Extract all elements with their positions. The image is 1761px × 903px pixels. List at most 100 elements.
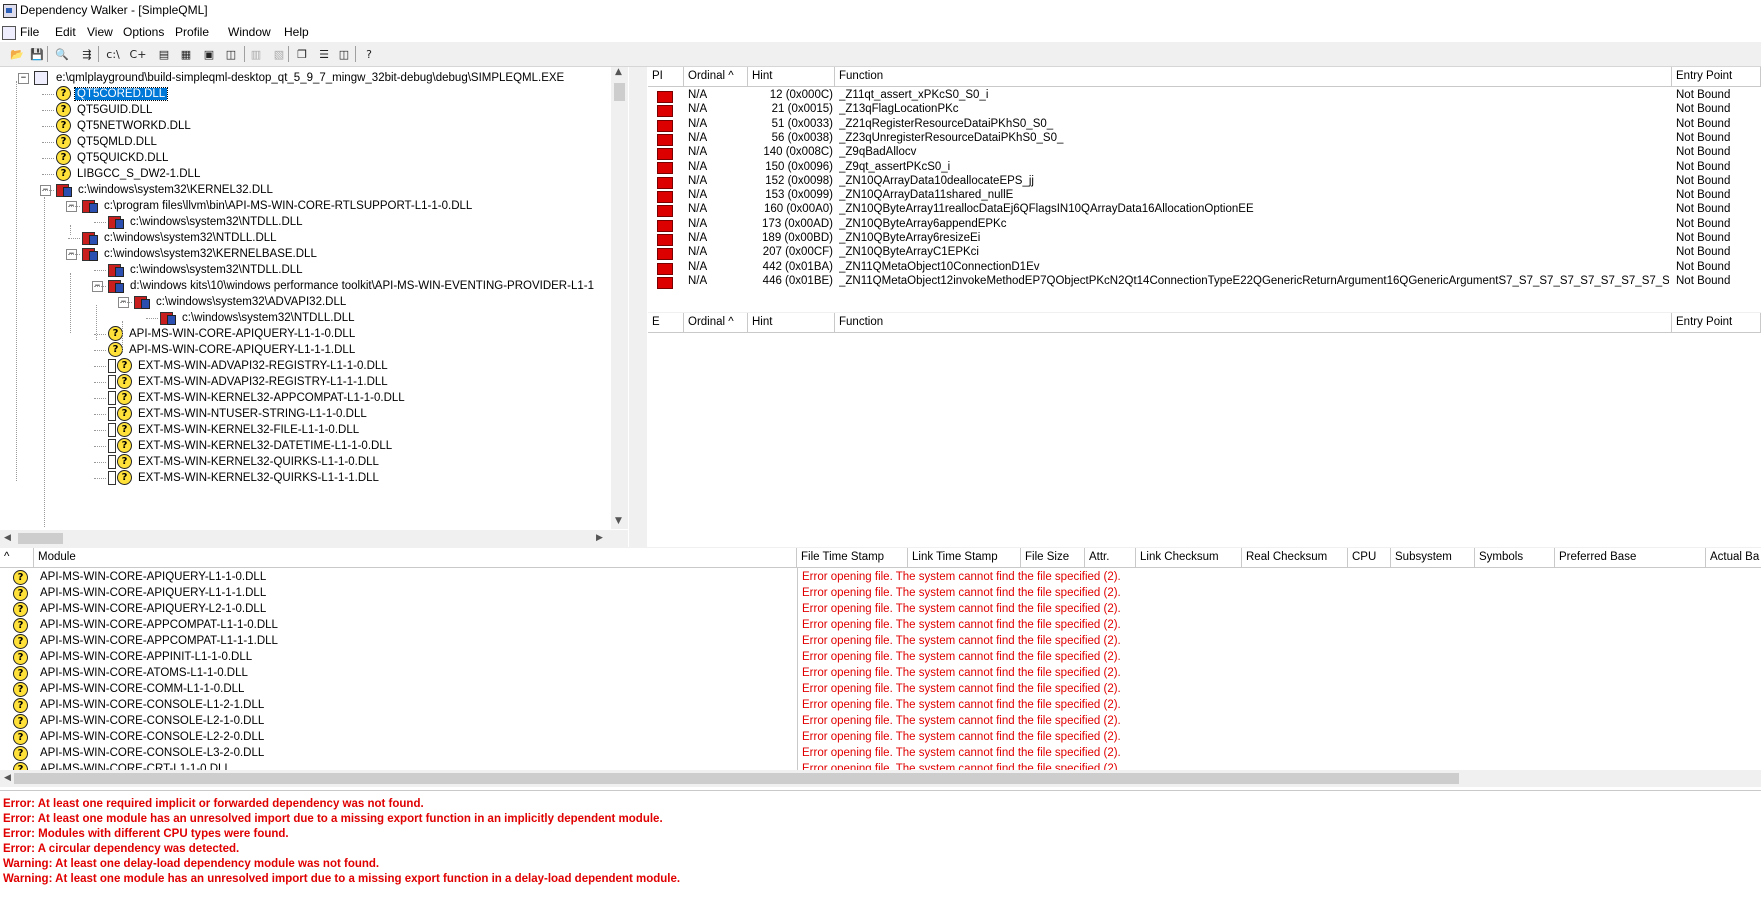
col-function[interactable]: Function xyxy=(835,313,1672,332)
col-hint[interactable]: Hint xyxy=(748,67,835,86)
import-row[interactable]: N/A 442 (0x01BA) _ZN11QMetaObject10Connect… xyxy=(648,260,1761,275)
module-row[interactable]: ? API-MS-WIN-CORE-APPCOMPAT-L1-1-1.DLL Err… xyxy=(0,634,1761,649)
menu-profile[interactable]: Profile xyxy=(175,25,209,39)
log-pane[interactable]: Error: At least one required implicit or… xyxy=(0,790,1761,903)
modules-hscroll-thumb[interactable] xyxy=(14,773,1459,784)
module-row[interactable]: ? API-MS-WIN-CORE-APIQUERY-L2-1-0.DLL Erro… xyxy=(0,602,1761,617)
module-list[interactable]: ^ Module File Time Stamp Link Time Stamp… xyxy=(0,548,1761,788)
tree-connector xyxy=(42,126,54,127)
module-row[interactable]: ? API-MS-WIN-CORE-CONSOLE-L3-2-0.DLL Error… xyxy=(0,746,1761,761)
col-ordinal[interactable]: Ordinal ^ xyxy=(684,67,748,86)
tree-vscroll-thumb[interactable] xyxy=(614,83,625,101)
col-module[interactable]: Module xyxy=(34,548,797,567)
context-help-icon[interactable]: ? xyxy=(360,45,378,63)
tree-item-label: EXT-MS-WIN-NTUSER-STRING-L1-1-0.DLL xyxy=(138,408,367,420)
exports-list[interactable]: E Ordinal ^ Hint Function Entry Point xyxy=(648,313,1761,547)
menu-file[interactable]: File xyxy=(20,25,39,39)
collapse-toggle-icon[interactable]: − xyxy=(18,73,29,84)
col-sort[interactable]: ^ xyxy=(0,548,34,567)
col-subsystem[interactable]: Subsystem xyxy=(1391,548,1475,567)
col-actual-base[interactable]: Actual Ba xyxy=(1706,548,1761,567)
scroll-up-arrow-icon[interactable]: ▲ xyxy=(615,67,622,77)
parent-imports-list[interactable]: PI Ordinal ^ Hint Function Entry Point N… xyxy=(648,67,1761,312)
highlight-import-icon[interactable]: ▥ xyxy=(247,45,265,63)
module-row[interactable]: ? API-MS-WIN-CORE-APPINIT-L1-1-0.DLL Error… xyxy=(0,650,1761,665)
menu-options[interactable]: Options xyxy=(123,25,164,39)
scroll-down-arrow-icon[interactable]: ▼ xyxy=(615,516,622,526)
import-row[interactable]: N/A 51 (0x0033) _Z21qRegisterResourceDatai… xyxy=(648,117,1761,132)
col-real-checksum[interactable]: Real Checksum xyxy=(1242,548,1348,567)
entry-point-cell: Not Bound xyxy=(1676,217,1731,230)
col-link-time-stamp[interactable]: Link Time Stamp xyxy=(908,548,1021,567)
properties-icon[interactable]: ▦ xyxy=(177,45,195,63)
function-cell: _ZN10QArrayData11shared_nullE xyxy=(839,189,1014,202)
module-row[interactable]: ? API-MS-WIN-CORE-APPCOMPAT-L1-1-0.DLL Err… xyxy=(0,618,1761,633)
import-row[interactable]: N/A 140 (0x008C) _Z9qBadAllocv Not Bound xyxy=(648,145,1761,161)
import-row[interactable]: N/A 173 (0x00AD) _ZN10QByteArray6appendEPK… xyxy=(648,217,1761,232)
import-row[interactable]: N/A 446 (0x01BE) _ZN11QMetaObject12invokeM… xyxy=(648,274,1761,289)
entry-point-cell: Not Bound xyxy=(1676,232,1731,244)
menu-edit[interactable]: Edit xyxy=(55,25,76,39)
col-function[interactable]: Function xyxy=(835,67,1672,86)
tile-horizontal-icon[interactable]: ☰ xyxy=(315,45,333,63)
col-symbols[interactable]: Symbols xyxy=(1475,548,1555,567)
tree-horizontal-scrollbar[interactable]: ◀ ▶ xyxy=(0,530,628,547)
col-preferred-base[interactable]: Preferred Base xyxy=(1555,548,1706,567)
col-e[interactable]: E xyxy=(648,313,684,332)
question-icon: ? xyxy=(13,698,28,713)
menu-view[interactable]: View xyxy=(87,25,113,39)
module-row[interactable]: ? API-MS-WIN-CORE-CONSOLE-L1-2-1.DLL Error… xyxy=(0,698,1761,713)
cascade-icon[interactable]: ❐ xyxy=(293,45,311,63)
scroll-left-arrow-icon[interactable]: ◀ xyxy=(4,533,11,543)
tile-vertical-icon[interactable]: ◫ xyxy=(335,45,353,63)
module-list-icon[interactable]: ▤ xyxy=(155,45,173,63)
module-row[interactable]: ? API-MS-WIN-CORE-CONSOLE-L2-2-0.DLL Error… xyxy=(0,730,1761,745)
col-attr[interactable]: Attr. xyxy=(1085,548,1136,567)
find-icon[interactable]: 🔍 xyxy=(53,45,71,63)
system-info-icon[interactable]: ▣ xyxy=(200,45,218,63)
col-entry-point[interactable]: Entry Point xyxy=(1672,313,1761,332)
col-file-time-stamp[interactable]: File Time Stamp xyxy=(797,548,908,567)
full-paths-icon[interactable]: c:\ xyxy=(104,45,122,63)
col-hint[interactable]: Hint xyxy=(748,313,835,332)
tree-item-label: d:\windows kits\10\windows performance t… xyxy=(130,280,594,292)
col-file-size[interactable]: File Size xyxy=(1021,548,1085,567)
import-row[interactable]: N/A 150 (0x0096) _Z9qt_assertPKcS0_i Not Bo… xyxy=(648,160,1761,175)
highlight-module-icon[interactable]: ▧ xyxy=(270,45,288,63)
module-row[interactable]: ? API-MS-WIN-CORE-ATOMS-L1-1-0.DLL Error o… xyxy=(0,666,1761,681)
menu-window[interactable]: Window xyxy=(228,25,271,39)
save-icon[interactable]: 💾 xyxy=(28,45,46,63)
module-row[interactable]: ? API-MS-WIN-CORE-CONSOLE-L2-1-0.DLL Error… xyxy=(0,714,1761,729)
tree-item-missing[interactable]: ? EXT-MS-WIN-KERNEL32-QUIRKS-L1-1-1.DLL xyxy=(108,469,381,487)
col-link-checksum[interactable]: Link Checksum xyxy=(1136,548,1242,567)
import-row[interactable]: N/A 152 (0x0098) _ZN10QArrayData10dealloca… xyxy=(648,174,1761,189)
module-row[interactable]: ? API-MS-WIN-CORE-APIQUERY-L1-1-0.DLL Erro… xyxy=(0,570,1761,585)
col-cpu[interactable]: CPU xyxy=(1348,548,1391,567)
import-row[interactable]: N/A 56 (0x0038) _Z23qUnregisterResourceDat… xyxy=(648,131,1761,146)
tree-hscroll-thumb[interactable] xyxy=(18,533,63,544)
col-ordinal[interactable]: Ordinal ^ xyxy=(684,313,748,332)
document-icon[interactable] xyxy=(2,26,16,40)
tree-vertical-scrollbar[interactable]: ▲ ▼ xyxy=(611,67,628,529)
module-row[interactable]: ? API-MS-WIN-CORE-COMM-L1-1-0.DLL Error op… xyxy=(0,682,1761,697)
external-viewer-icon[interactable]: ◫ xyxy=(222,45,240,63)
import-row[interactable]: N/A 160 (0x00A0) _ZN10QByteArray11reallocD… xyxy=(648,202,1761,218)
open-icon[interactable]: 📂 xyxy=(8,45,26,63)
module-row[interactable]: ? API-MS-WIN-CORE-APIQUERY-L1-1-1.DLL Erro… xyxy=(0,586,1761,601)
import-row[interactable]: N/A 153 (0x0099) _ZN10QArrayData11shared_n… xyxy=(648,188,1761,204)
vertical-splitter[interactable] xyxy=(629,67,647,547)
import-row[interactable]: N/A 21 (0x0015) _Z13qFlagLocationPKc Not Bo… xyxy=(648,102,1761,118)
menu-help[interactable]: Help xyxy=(284,25,309,39)
col-entry-point[interactable]: Entry Point xyxy=(1672,67,1761,86)
expand-all-icon[interactable]: ⇶ xyxy=(78,45,96,63)
import-row[interactable]: N/A 207 (0x00CF) _ZN10QByteArrayC1EPKci Not… xyxy=(648,245,1761,261)
import-row[interactable]: N/A 12 (0x000C) _Z11qt_assert_xPKcS0_S0_i N… xyxy=(648,88,1761,103)
undecorate-icon[interactable]: C+ xyxy=(129,45,147,63)
entry-point-cell: Not Bound xyxy=(1676,260,1731,273)
dependency-tree[interactable]: e:\qmlplayground\build-simpleqml-desktop… xyxy=(0,67,628,547)
col-pi[interactable]: PI xyxy=(648,67,684,86)
scroll-right-arrow-icon[interactable]: ▶ xyxy=(596,533,603,543)
import-row[interactable]: N/A 189 (0x00BD) _ZN10QByteArray6resizeEi N… xyxy=(648,231,1761,246)
modules-horizontal-scrollbar[interactable]: ◀ xyxy=(0,770,1761,787)
scroll-left-arrow-icon[interactable]: ◀ xyxy=(4,773,11,783)
